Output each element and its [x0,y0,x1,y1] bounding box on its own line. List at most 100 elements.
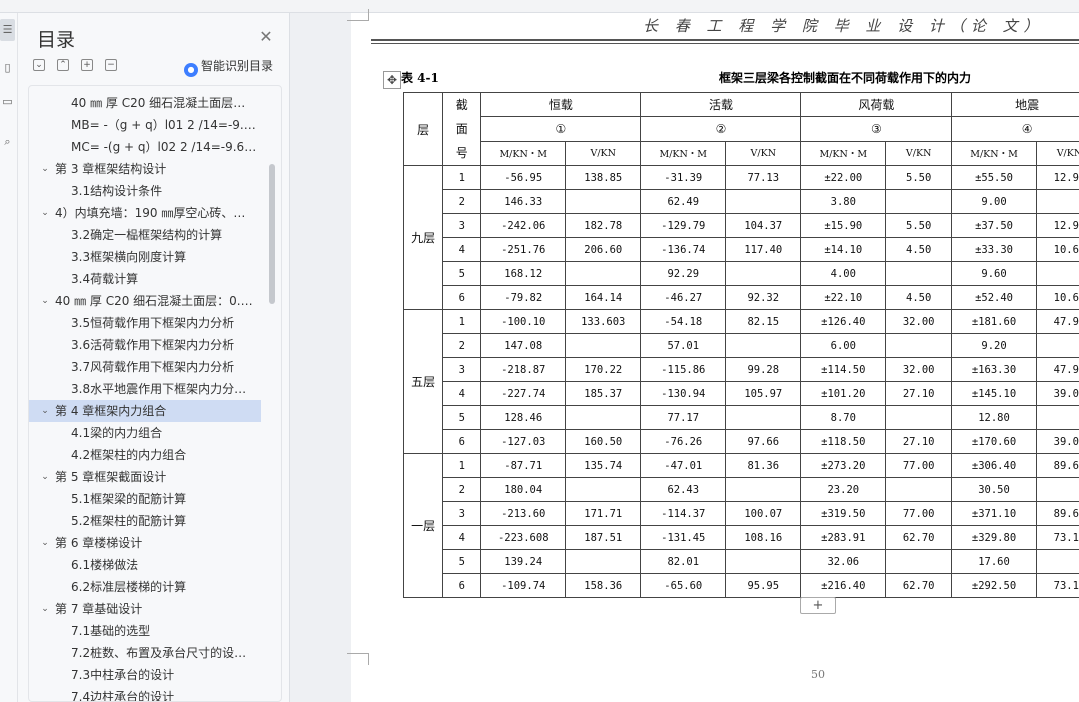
table-cell[interactable]: 32.00 [885,309,953,334]
table-cell[interactable]: 164.14 [565,285,642,310]
section-number-cell[interactable]: 5 [442,549,482,574]
table-cell[interactable]: ±170.60 [951,429,1037,454]
section-number-cell[interactable]: 1 [442,309,482,334]
outline-item[interactable]: 7.4边柱承台的设计 [29,686,261,701]
table-cell[interactable]: 89.60 [1035,453,1079,478]
table-cell[interactable]: 10.60 [1035,285,1079,310]
table-cell[interactable]: 82.01 [640,549,727,574]
table-cell[interactable]: 170.22 [565,357,642,382]
table-cell[interactable]: 187.51 [565,525,642,550]
table-cell[interactable]: 185.37 [565,381,642,406]
outline-item[interactable]: ⌄ 第 6 章楼梯设计 [29,532,261,554]
outline-item[interactable]: 5.2框架柱的配筋计算 [29,510,261,532]
table-cell[interactable]: ±283.91 [800,525,887,550]
outline-item[interactable]: 40 ㎜ 厚 C20 细石混凝土面层：0.… [29,92,261,114]
outline-item[interactable]: 3.8水平地震作用下框架内力分… [29,378,261,400]
chevron-down-icon[interactable]: ⌄ [39,532,51,554]
table-cell[interactable]: ±22.10 [800,285,887,310]
table-cell[interactable]: 9.00 [951,189,1037,214]
table-cell[interactable]: 73.10 [1035,573,1079,598]
table-cell[interactable]: 147.08 [480,333,567,358]
table-cell[interactable]: -47.01 [640,453,727,478]
table-cell[interactable]: 39.00 [1035,381,1079,406]
section-number-cell[interactable]: 2 [442,189,482,214]
table-cell[interactable]: 135.74 [565,453,642,478]
table-cell[interactable]: 160.50 [565,429,642,454]
table-cell[interactable]: -54.18 [640,309,727,334]
table-cell[interactable] [565,405,642,430]
outline-item[interactable]: ⌄ 第 7 章基础设计 [29,598,261,620]
table-cell[interactable] [1035,189,1079,214]
table-cell[interactable]: 32.00 [885,357,953,382]
table-cell[interactable]: 32.06 [800,549,887,574]
table-cell[interactable]: 92.32 [725,285,802,310]
section-number-cell[interactable]: 4 [442,525,482,550]
table-cell[interactable]: 12.90 [1035,165,1079,190]
section-number-cell[interactable]: 6 [442,573,482,598]
table-cell[interactable] [885,549,953,574]
table-cell[interactable]: 133.603 [565,309,642,334]
table-cell[interactable]: 146.33 [480,189,567,214]
table-cell[interactable]: 105.97 [725,381,802,406]
table-cell[interactable] [725,477,802,502]
table-cell[interactable]: 206.60 [565,237,642,262]
outline-item[interactable]: 7.3中柱承台的设计 [29,664,261,686]
chevron-down-icon[interactable]: ⌄ [39,466,51,488]
table-cell[interactable]: 77.00 [885,453,953,478]
table-cell[interactable]: 99.28 [725,357,802,382]
table-cell[interactable]: 138.85 [565,165,642,190]
table-cell[interactable] [1035,405,1079,430]
chevron-down-icon[interactable]: ⌄ [39,598,51,620]
section-number-cell[interactable]: 4 [442,381,482,406]
outline-item[interactable]: 4.2框架柱的内力组合 [29,444,261,466]
table-cell[interactable]: 3.80 [800,189,887,214]
section-number-cell[interactable]: 5 [442,405,482,430]
outline-item[interactable]: ⌄ 40 ㎜ 厚 C20 细石混凝土面层：0.… [29,290,261,312]
table-cell[interactable]: ±52.40 [951,285,1037,310]
table-cell[interactable]: ±292.50 [951,573,1037,598]
outline-item[interactable]: 7.1基础的选型 [29,620,261,642]
table-cell[interactable]: 92.29 [640,261,727,286]
table-cell[interactable]: 57.01 [640,333,727,358]
table-cell[interactable]: 168.12 [480,261,567,286]
table-cell[interactable]: 81.36 [725,453,802,478]
outline-item[interactable]: 3.1结构设计条件 [29,180,261,202]
table-cell[interactable] [565,189,642,214]
table-cell[interactable]: -131.45 [640,525,727,550]
table-cell[interactable]: 8.70 [800,405,887,430]
table-cell[interactable]: 27.10 [885,429,953,454]
table-cell[interactable]: 10.60 [1035,237,1079,262]
table-cell[interactable]: 47.90 [1035,357,1079,382]
outline-item[interactable]: 3.2确定一榀框架结构的计算 [29,224,261,246]
section-number-cell[interactable]: 2 [442,333,482,358]
table-cell[interactable]: -109.74 [480,573,567,598]
table-cell[interactable]: -242.06 [480,213,567,238]
table-cell[interactable]: 30.50 [951,477,1037,502]
table-cell[interactable]: 95.95 [725,573,802,598]
table-cell[interactable]: ±329.80 [951,525,1037,550]
table-cell[interactable]: ±181.60 [951,309,1037,334]
table-cell[interactable]: 73.10 [1035,525,1079,550]
table-cell[interactable]: 17.60 [951,549,1037,574]
table-cell[interactable]: ±163.30 [951,357,1037,382]
table-cell[interactable]: -114.37 [640,501,727,526]
table-cell[interactable]: ±14.10 [800,237,887,262]
table-cell[interactable] [885,477,953,502]
table-cell[interactable]: 12.90 [1035,213,1079,238]
table-cell[interactable] [725,333,802,358]
outline-item[interactable]: 4.1梁的内力组合 [29,422,261,444]
table-cell[interactable]: 9.20 [951,333,1037,358]
table-cell[interactable]: ±126.40 [800,309,887,334]
table-cell[interactable]: ±371.10 [951,501,1037,526]
table-cell[interactable] [725,549,802,574]
table-cell[interactable]: ±145.10 [951,381,1037,406]
table-cell[interactable]: -136.74 [640,237,727,262]
section-number-cell[interactable]: 4 [442,237,482,262]
chevron-down-icon[interactable]: ⌄ [39,290,51,312]
table-cell[interactable]: ±306.40 [951,453,1037,478]
table-cell[interactable]: 97.66 [725,429,802,454]
table-cell[interactable] [885,189,953,214]
table-cell[interactable] [565,261,642,286]
table-cell[interactable]: ±118.50 [800,429,887,454]
table-cell[interactable]: 23.20 [800,477,887,502]
